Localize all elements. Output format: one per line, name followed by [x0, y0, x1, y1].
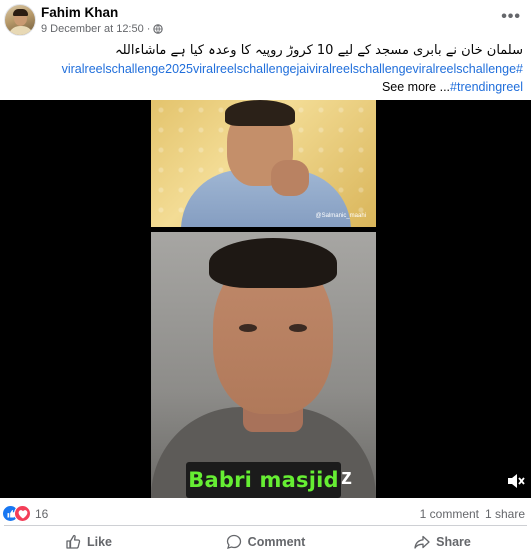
- video-player[interactable]: @Salmanic_maahi Babri masjid z: [0, 100, 531, 498]
- comment-count[interactable]: 1 comment: [420, 507, 479, 521]
- comment-icon: [226, 534, 241, 549]
- post-header: Fahim Khan 9 December at 12:50 · •••: [0, 0, 531, 42]
- comment-label: Comment: [247, 535, 306, 549]
- hair: [225, 100, 295, 126]
- divider: [4, 525, 527, 526]
- like-label: Like: [86, 535, 112, 549]
- reactions-bar: 16 1 comment 1 share: [0, 503, 531, 525]
- see-more-link[interactable]: See more ...: [382, 80, 450, 94]
- hand: [271, 160, 309, 196]
- meta-separator: ·: [146, 23, 151, 35]
- subtitle-text: Babri masjid: [188, 468, 339, 492]
- video-bottom-image: [151, 232, 376, 498]
- avatar-shirt: [8, 26, 34, 35]
- share-label: Share: [436, 535, 471, 549]
- like-icon: [66, 534, 81, 549]
- like-button[interactable]: Like: [0, 528, 177, 556]
- post-caption: سلمان خان نے بابری مسجد کے لیے 10 کروڑ ر…: [8, 42, 523, 96]
- post-meta: 9 December at 12:50 ·: [41, 23, 164, 35]
- reaction-count[interactable]: 16: [35, 507, 48, 521]
- watermark-text: @Salmanic_maahi: [315, 213, 366, 219]
- caption-hashtags[interactable]: viralreelschallenge2025viralreelschallen…: [8, 60, 523, 78]
- post-date[interactable]: 9 December at 12:50: [41, 23, 144, 35]
- mute-icon[interactable]: [505, 471, 525, 491]
- share-button[interactable]: Share: [354, 528, 531, 556]
- caption-line-3: See more ...#trendingreel: [8, 78, 523, 96]
- video-top-image: @Salmanic_maahi: [151, 100, 376, 227]
- caption-urdu: سلمان خان نے بابری مسجد کے لیے 10 کروڑ ر…: [115, 43, 523, 58]
- avatar-hair: [13, 9, 28, 16]
- action-bar: Like Comment Share: [0, 528, 531, 556]
- reaction-icons[interactable]: [2, 505, 32, 523]
- author-name[interactable]: Fahim Khan: [41, 5, 118, 20]
- love-reaction-icon: [14, 505, 31, 522]
- author-avatar[interactable]: [4, 4, 36, 36]
- hashtag-trending[interactable]: #trendingreel: [450, 80, 523, 94]
- more-options-icon[interactable]: •••: [501, 8, 521, 26]
- subtitle-left-fragment: [166, 464, 186, 498]
- globe-icon: [153, 24, 164, 34]
- left-eye: [239, 324, 257, 332]
- hair-closeup: [209, 238, 337, 288]
- subtitle-right-fragment: z: [341, 464, 352, 489]
- share-count[interactable]: 1 share: [485, 507, 525, 521]
- right-eye: [289, 324, 307, 332]
- comment-button[interactable]: Comment: [177, 528, 354, 556]
- share-icon: [414, 535, 430, 549]
- video-subtitle: Babri masjid: [186, 462, 341, 498]
